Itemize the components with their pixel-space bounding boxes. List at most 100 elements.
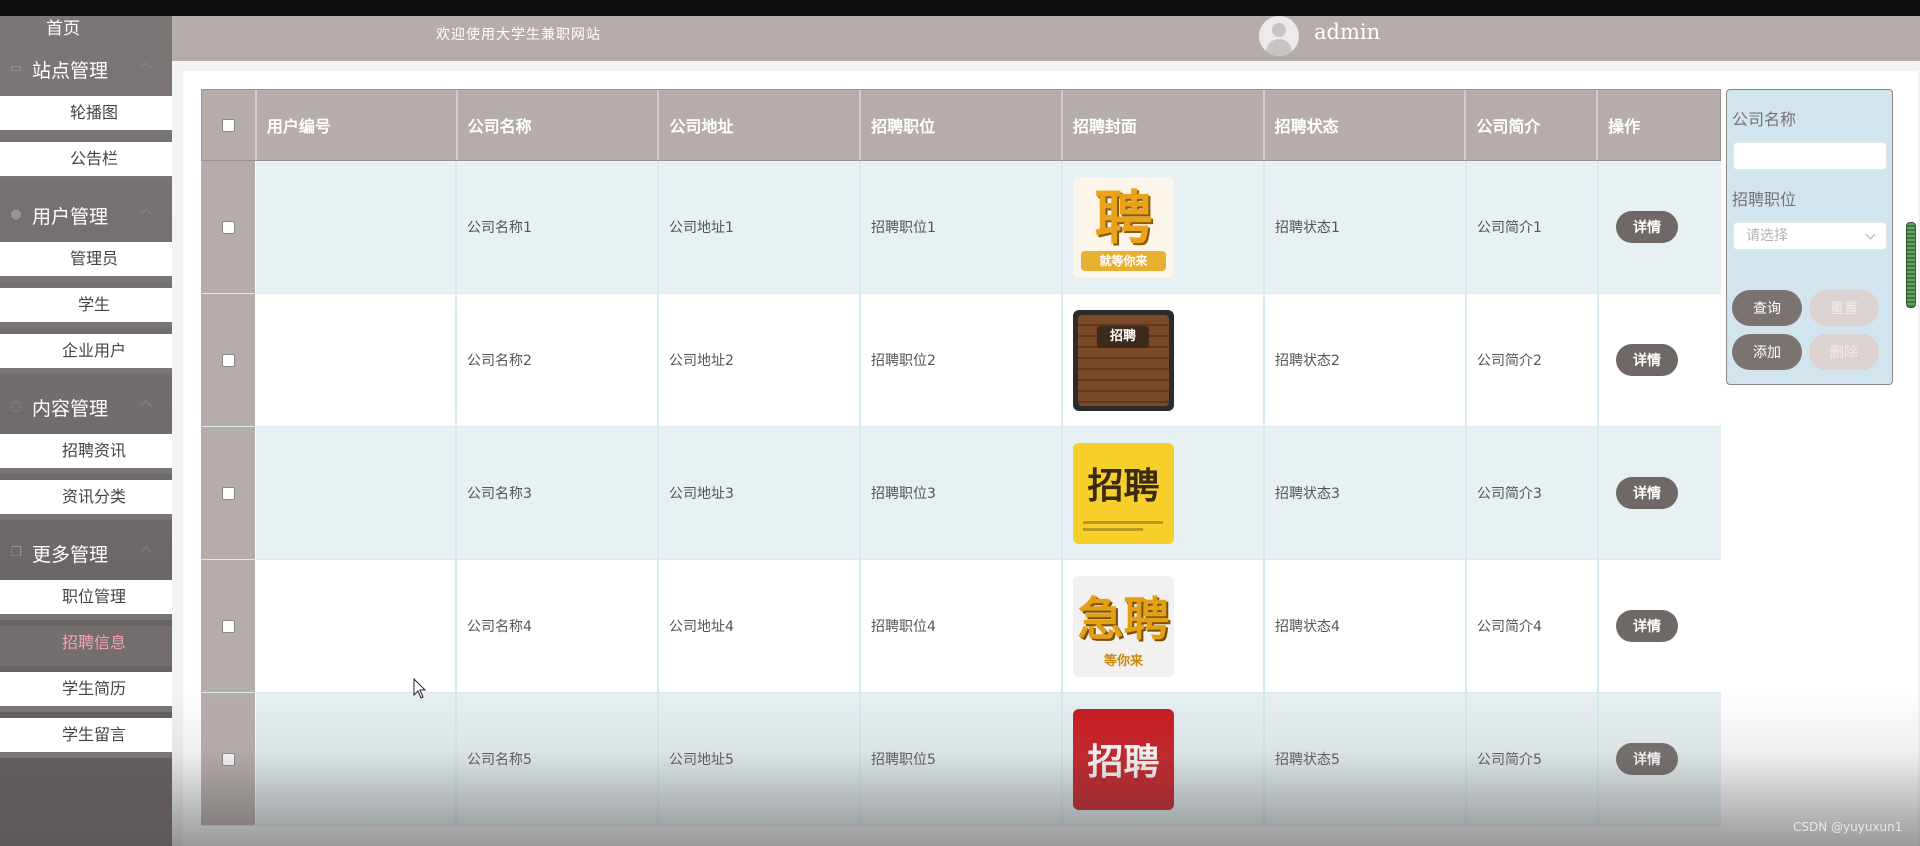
cell-user-id: [256, 161, 457, 293]
cell-actions: 详情: [1599, 560, 1721, 692]
avatar-body: [1266, 39, 1292, 56]
cell-company-name: 公司名称2: [457, 294, 659, 426]
table-header: 用户编号 公司名称 公司地址 招聘职位 招聘封面 招聘状态 公司简介 操作: [201, 89, 1721, 161]
detail-button[interactable]: 详情: [1616, 344, 1678, 376]
sidebar-group-content[interactable]: ◌ 内容管理: [0, 380, 172, 434]
col-position[interactable]: 招聘职位: [861, 90, 1063, 160]
cell-cover: 招聘: [1063, 693, 1265, 825]
cover-title: 招聘: [1087, 464, 1160, 507]
sidebar-item-admin[interactable]: 管理员: [0, 242, 172, 282]
avatar-head: [1272, 23, 1286, 37]
col-user-id[interactable]: 用户编号: [257, 90, 458, 160]
copy-icon: ❐: [10, 545, 22, 560]
sidebar-group-users[interactable]: ● 用户管理: [0, 188, 172, 242]
cell-position: 招聘职位3: [861, 427, 1063, 559]
cover-title: 招聘: [1097, 325, 1149, 348]
cell-intro: 公司简介3: [1467, 427, 1599, 559]
row-checkbox[interactable]: [221, 220, 235, 234]
sidebar-group-label: 站点管理: [32, 59, 109, 82]
detail-button[interactable]: 详情: [1616, 610, 1678, 642]
detail-button[interactable]: 详情: [1616, 211, 1678, 243]
col-company-address[interactable]: 公司地址: [659, 90, 862, 160]
row-checkbox[interactable]: [221, 353, 235, 367]
sidebar-item-home[interactable]: 首页: [0, 16, 172, 42]
row-checkbox-cell: [201, 693, 256, 825]
sidebar-item-company-user[interactable]: 企业用户: [0, 334, 172, 374]
cell-position: 招聘职位1: [861, 161, 1063, 293]
sidebar-item-messages[interactable]: 学生留言: [0, 718, 172, 758]
row-checkbox[interactable]: [221, 486, 235, 500]
col-status[interactable]: 招聘状态: [1265, 90, 1467, 160]
col-company-name[interactable]: 公司名称: [458, 90, 660, 160]
col-cover[interactable]: 招聘封面: [1063, 90, 1265, 160]
cover-image[interactable]: 急聘 等你来: [1073, 575, 1174, 677]
delete-button[interactable]: 删除: [1809, 334, 1879, 370]
cell-intro: 公司简介5: [1467, 693, 1599, 825]
chevron-down-icon: [1865, 229, 1876, 240]
cell-user-id: [256, 693, 457, 825]
cell-actions: 详情: [1599, 294, 1721, 426]
cell-cover: 聘 就等你来: [1063, 161, 1265, 293]
table-row: 公司名称3 公司地址3 招聘职位3 招聘 招聘状态3 公司简介3 详情: [201, 427, 1721, 560]
detail-button[interactable]: 详情: [1616, 743, 1678, 775]
select-all-cell: [202, 90, 257, 160]
username[interactable]: admin: [1314, 20, 1380, 44]
cell-user-id: [256, 560, 457, 692]
search-panel: 公司名称 招聘职位 请选择 查询 重置 添加 删除: [1726, 89, 1893, 385]
header: 欢迎使用大学生兼职网站 admin: [172, 16, 1920, 61]
sidebar-item-resumes[interactable]: 学生简历: [0, 672, 172, 712]
scrollbar-thumb[interactable]: [1906, 222, 1916, 308]
table-row: 公司名称2 公司地址2 招聘职位2 招聘 招聘状态2 公司简介2 详情: [201, 294, 1721, 427]
sidebar: 首页 ▭ 站点管理 轮播图 公告栏 ● 用户管理 管理员 学生 企业用户 ◌ 内…: [0, 16, 172, 846]
cell-intro: 公司简介1: [1467, 161, 1599, 293]
cell-user-id: [256, 427, 457, 559]
sidebar-item-recruit-news[interactable]: 招聘资讯: [0, 434, 172, 474]
company-name-label: 公司名称: [1732, 110, 1797, 129]
company-name-input[interactable]: [1733, 142, 1887, 170]
position-label: 招聘职位: [1732, 190, 1797, 209]
user-icon: ●: [10, 207, 22, 222]
sidebar-group-more[interactable]: ❐ 更多管理: [0, 526, 172, 580]
cover-image[interactable]: 招聘: [1073, 442, 1174, 544]
cell-user-id: [256, 294, 457, 426]
top-black-bar: [0, 0, 1920, 16]
cell-company-name: 公司名称4: [457, 560, 659, 692]
row-checkbox-cell: [201, 161, 256, 293]
query-button[interactable]: 查询: [1732, 290, 1802, 326]
sidebar-item-carousel[interactable]: 轮播图: [0, 96, 172, 136]
cover-title: 急聘: [1077, 591, 1170, 646]
cell-actions: 详情: [1599, 427, 1721, 559]
detail-button[interactable]: 详情: [1616, 477, 1678, 509]
table-row: 公司名称4 公司地址4 招聘职位4 急聘 等你来 招聘状态4 公司简介4 详情: [201, 560, 1721, 693]
select-all-checkbox[interactable]: [221, 118, 235, 132]
cell-status: 招聘状态2: [1265, 294, 1467, 426]
avatar[interactable]: [1259, 16, 1299, 56]
chevron-up-icon: [140, 400, 152, 412]
cover-image[interactable]: 招聘: [1073, 309, 1174, 411]
sidebar-group-site[interactable]: ▭ 站点管理: [0, 42, 172, 96]
row-checkbox[interactable]: [221, 752, 235, 766]
cell-intro: 公司简介2: [1467, 294, 1599, 426]
add-button[interactable]: 添加: [1732, 334, 1802, 370]
cell-position: 招聘职位5: [861, 693, 1063, 825]
cell-actions: 详情: [1599, 161, 1721, 293]
cell-company-name: 公司名称5: [457, 693, 659, 825]
cell-company-address: 公司地址1: [659, 161, 861, 293]
cell-status: 招聘状态5: [1265, 693, 1467, 825]
cover-title: 聘: [1094, 183, 1153, 252]
cover-image[interactable]: 招聘: [1073, 708, 1174, 810]
chevron-up-icon: [140, 208, 152, 220]
sidebar-item-notice[interactable]: 公告栏: [0, 142, 172, 182]
cell-company-name: 公司名称3: [457, 427, 659, 559]
sidebar-item-student[interactable]: 学生: [0, 288, 172, 328]
sidebar-item-positions[interactable]: 职位管理: [0, 580, 172, 620]
sidebar-item-recruit-info[interactable]: 招聘信息: [0, 626, 172, 666]
position-select[interactable]: 请选择: [1733, 222, 1887, 250]
cover-image[interactable]: 聘 就等你来: [1073, 176, 1174, 278]
cell-status: 招聘状态1: [1265, 161, 1467, 293]
reset-button[interactable]: 重置: [1809, 290, 1879, 326]
row-checkbox[interactable]: [221, 619, 235, 633]
col-intro[interactable]: 公司简介: [1466, 90, 1599, 160]
sidebar-item-news-category[interactable]: 资讯分类: [0, 480, 172, 520]
col-actions: 操作: [1608, 117, 1641, 136]
